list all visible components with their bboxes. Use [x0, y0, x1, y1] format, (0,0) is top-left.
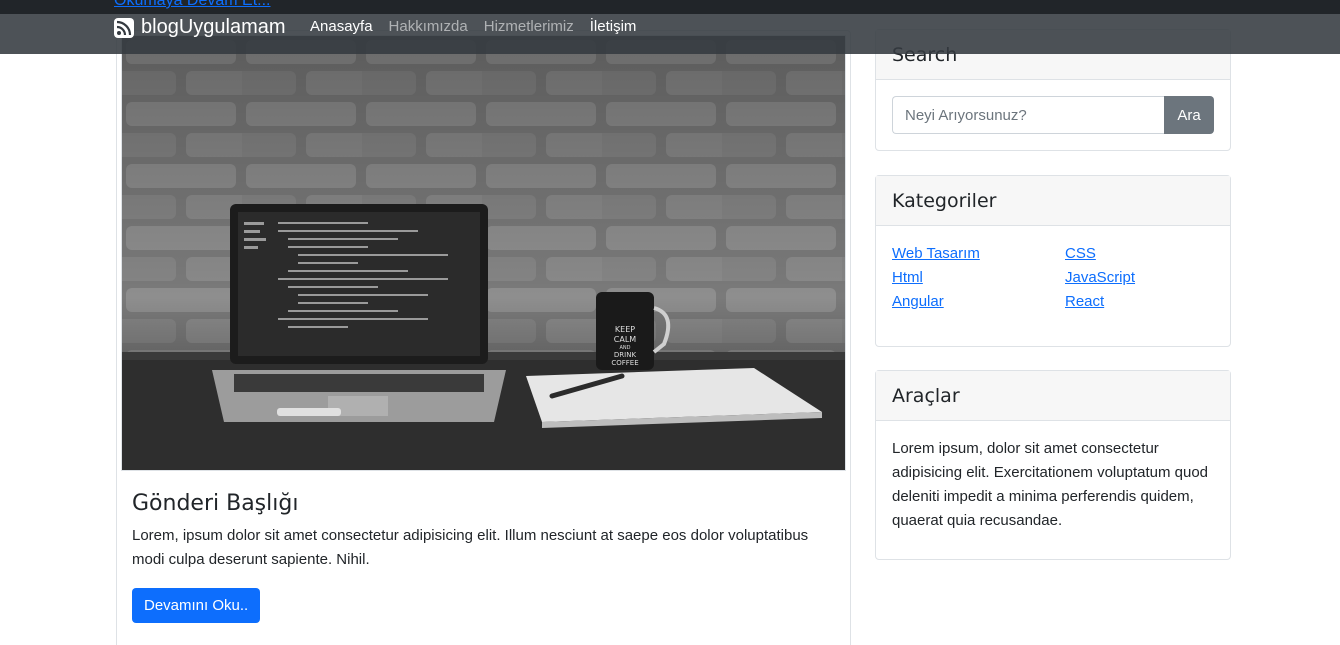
search-input[interactable] [892, 96, 1164, 134]
category-link-web-design[interactable]: Web Tasarım [892, 244, 1065, 264]
blog-icon [114, 17, 134, 38]
tools-text: Lorem ipsum, dolor sit amet consectetur … [892, 440, 1209, 529]
mug-text-1: KEEP [615, 325, 635, 334]
laptop-photo: KEEP CALM AND DRINK COFFEE [122, 36, 845, 470]
nav-home[interactable]: Anasayfa [310, 18, 373, 35]
brand-name: blogUygulamam [141, 16, 286, 38]
search-button[interactable]: Ara [1164, 96, 1214, 134]
read-more-link[interactable]: Okumaya Devam Et... [114, 0, 271, 10]
mug-text-2: CALM [614, 335, 637, 344]
mug-text-5: COFFEE [611, 359, 638, 367]
navbar: blogUygulamam Anasayfa Hakkımızda Hizmet… [0, 14, 1340, 54]
category-link-react[interactable]: React [1065, 292, 1215, 312]
read-more-button[interactable]: Devamını Oku.. [132, 588, 261, 623]
post-title: Gönderi Başlığı [132, 491, 299, 516]
nav-links: Anasayfa Hakkımızda Hizmetlerimiz İletiş… [310, 18, 636, 35]
post-excerpt: Lorem, ipsum dolor sit amet consectetur … [132, 527, 809, 568]
post-body: Gönderi Başlığı Lorem, ipsum dolor sit a… [132, 491, 832, 623]
brand[interactable]: blogUygulamam [113, 16, 286, 39]
categories-list: Web Tasarım CSS Html JavaScript Angular … [892, 242, 1214, 330]
tools-card-title: Araçlar [876, 371, 1230, 421]
categories-card-title: Kategoriler [876, 176, 1230, 226]
category-link-html[interactable]: Html [892, 268, 1065, 288]
category-link-css[interactable]: CSS [1065, 244, 1215, 264]
category-link-javascript[interactable]: JavaScript [1065, 268, 1215, 288]
nav-about[interactable]: Hakkımızda [389, 18, 468, 35]
nav-contact[interactable]: İletişim [590, 18, 637, 35]
nav-services[interactable]: Hizmetlerimiz [484, 18, 574, 35]
post-card: KEEP CALM AND DRINK COFFEE Gönderi Başlı… [116, 30, 851, 645]
category-link-angular[interactable]: Angular [892, 292, 1065, 312]
categories-card: Kategoriler Web Tasarım CSS Html JavaScr… [875, 175, 1231, 347]
mug-text-4: DRINK [614, 351, 637, 359]
post-image: KEEP CALM AND DRINK COFFEE [121, 35, 846, 471]
search-group: Ara [892, 96, 1214, 134]
tools-card: Araçlar Lorem ipsum, dolor sit amet cons… [875, 370, 1231, 560]
